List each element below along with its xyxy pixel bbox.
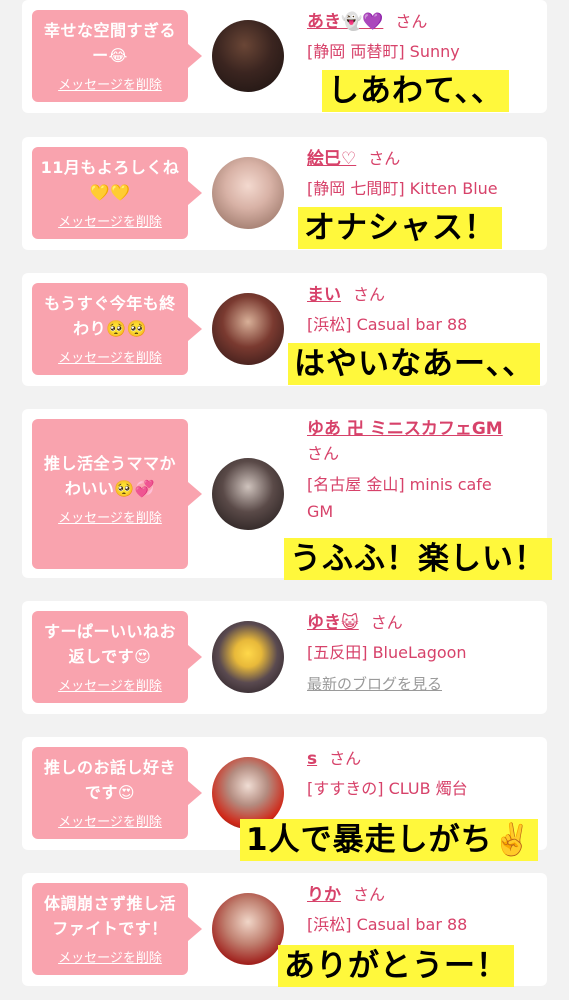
- message-text-line: ー😂: [92, 46, 128, 65]
- caption-overlay: ありがとうー！: [278, 945, 514, 987]
- message-bubble: 体調崩さず推し活 ファイトです！ メッセージを削除: [32, 883, 202, 975]
- avatar[interactable]: [212, 293, 284, 365]
- user-name-link[interactable]: りか: [307, 885, 341, 905]
- message-text-line: 推し活全うママか: [43, 454, 176, 473]
- shop-name: [静岡 七間町] Kitten Blue: [307, 179, 498, 198]
- avatar[interactable]: [212, 20, 284, 92]
- user-info: まい さん [浜松] Casual bar 88: [307, 281, 539, 338]
- message-card: 推しのお話し好き です😍 メッセージを削除 s さん [すすきの] CLUB 燭台…: [22, 737, 547, 861]
- shop-name: [浜松] Casual bar 88: [307, 315, 468, 334]
- honorific: さん: [370, 613, 403, 632]
- shop-name-line: [名古屋 金山] minis cafe: [307, 475, 492, 494]
- caption-overlay: オナシャス！: [298, 207, 502, 249]
- caption-overlay: 1人で暴走しがち✌️: [240, 819, 539, 861]
- user-info: s さん [すすきの] CLUB 燭台: [307, 745, 539, 802]
- honorific: さん: [329, 749, 362, 768]
- caption-overlay: しあわて、、: [322, 70, 509, 112]
- user-name-link[interactable]: ゆあ 卍 ミニスカフェGM: [307, 419, 503, 439]
- message-bubble: すーぱーいいねお 返しです😍 メッセージを削除: [32, 611, 202, 703]
- message-bubble: 11月もよろしくね 💛💛 メッセージを削除: [32, 147, 202, 239]
- message-text-line: 推しのお話し好き: [43, 758, 176, 777]
- latest-blog-link[interactable]: 最新のブログを見る: [307, 672, 539, 696]
- shop-name: [すすきの] CLUB 燭台: [307, 779, 468, 798]
- message-text-line: 11月もよろしくね: [40, 158, 180, 177]
- message-card: 11月もよろしくね 💛💛 メッセージを削除 絵巳♡ さん [静岡 七間町] Kit…: [22, 137, 547, 250]
- user-name-link[interactable]: s: [307, 749, 317, 769]
- caption-overlay: はやいなあー、、: [288, 343, 541, 385]
- delete-message-link[interactable]: メッセージを削除: [38, 947, 182, 966]
- message-card: もうすぐ今年も終 わり🥺🥺 メッセージを削除 まい さん [浜松] Casual …: [22, 273, 547, 386]
- shop-name: [五反田] BlueLagoon: [307, 643, 467, 662]
- message-card: 幸せな空間すぎる ー😂 メッセージを削除 あき👻💜 さん [静岡 両替町] Sun…: [22, 0, 547, 113]
- user-name-link[interactable]: ゆき😺: [307, 613, 359, 633]
- honorific: さん: [368, 149, 401, 168]
- message-bubble: 幸せな空間すぎる ー😂 メッセージを削除: [32, 10, 202, 102]
- message-text-line: わいい🥺💞: [64, 479, 156, 498]
- user-name-link[interactable]: 絵巳♡: [307, 149, 356, 169]
- delete-message-link[interactable]: メッセージを削除: [38, 811, 182, 830]
- user-info: ゆき😺 さん [五反田] BlueLagoon 最新のブログを見る: [307, 609, 539, 696]
- avatar[interactable]: [212, 893, 284, 965]
- shop-name: [名古屋 金山] minis cafe GM: [307, 471, 539, 525]
- message-bubble: もうすぐ今年も終 わり🥺🥺 メッセージを削除: [32, 283, 202, 375]
- message-text-line: わり🥺🥺: [73, 319, 147, 338]
- avatar[interactable]: [212, 458, 284, 530]
- message-text-line: すーぱーいいねお: [43, 622, 176, 641]
- user-info: ゆあ 卍 ミニスカフェGM さん [名古屋 金山] minis cafe GM: [307, 417, 539, 525]
- delete-message-link[interactable]: メッセージを削除: [38, 507, 182, 526]
- avatar[interactable]: [212, 157, 284, 229]
- message-bubble: 推し活全うママか わいい🥺💞 メッセージを削除: [32, 419, 202, 569]
- message-text-line: 💛💛: [89, 183, 131, 202]
- honorific: さん: [353, 885, 386, 904]
- message-text-line: ファイトです！: [52, 919, 168, 938]
- shop-name: [静岡 両替町] Sunny: [307, 42, 460, 61]
- honorific: さん: [353, 285, 386, 304]
- delete-message-link[interactable]: メッセージを削除: [38, 347, 182, 366]
- shop-name-line: GM: [307, 502, 334, 521]
- message-text-line: もうすぐ今年も終: [44, 294, 176, 313]
- message-card: すーぱーいいねお 返しです😍 メッセージを削除 ゆき😺 さん [五反田] Blue…: [22, 601, 547, 714]
- message-text-line: 幸せな空間すぎる: [43, 21, 176, 40]
- user-info: 絵巳♡ さん [静岡 七間町] Kitten Blue: [307, 145, 539, 202]
- user-info: あき👻💜 さん [静岡 両替町] Sunny: [307, 8, 539, 65]
- user-name-link[interactable]: まい: [307, 285, 341, 305]
- message-text-line: 返しです😍: [68, 647, 152, 666]
- message-text-line: です😍: [84, 783, 136, 802]
- message-card: 推し活全うママか わいい🥺💞 メッセージを削除 ゆあ 卍 ミニスカフェGM さん…: [22, 409, 552, 580]
- honorific: さん: [307, 444, 340, 463]
- caption-overlay: うふふ！楽しい！: [284, 538, 552, 580]
- user-name-link[interactable]: あき👻💜: [307, 12, 383, 32]
- delete-message-link[interactable]: メッセージを削除: [38, 74, 182, 93]
- delete-message-link[interactable]: メッセージを削除: [38, 675, 182, 694]
- avatar[interactable]: [212, 621, 284, 693]
- user-info: りか さん [浜松] Casual bar 88: [307, 881, 539, 938]
- message-text-line: 体調崩さず推し活: [43, 894, 176, 913]
- message-bubble: 推しのお話し好き です😍 メッセージを削除: [32, 747, 202, 839]
- message-card: 体調崩さず推し活 ファイトです！ メッセージを削除 りか さん [浜松] Casu…: [22, 873, 547, 987]
- shop-name: [浜松] Casual bar 88: [307, 915, 468, 934]
- delete-message-link[interactable]: メッセージを削除: [38, 211, 182, 230]
- honorific: さん: [395, 12, 428, 31]
